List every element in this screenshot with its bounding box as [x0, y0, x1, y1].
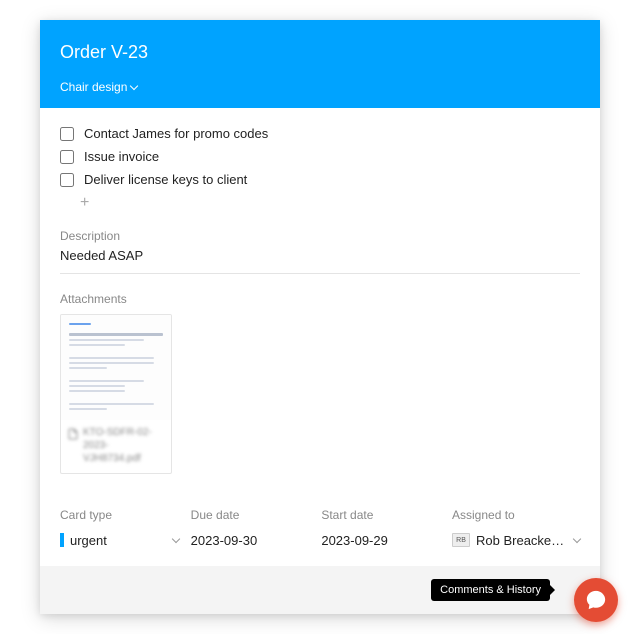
description-field[interactable]: Needed ASAP: [60, 248, 580, 274]
comments-history-button[interactable]: [574, 578, 618, 622]
card-type-value: urgent: [70, 533, 107, 548]
board-name: Chair design: [60, 80, 127, 94]
checklist-item[interactable]: Contact James for promo codes: [60, 122, 580, 145]
field-label: Card type: [60, 508, 179, 522]
checkbox[interactable]: [60, 173, 74, 187]
card-header: Order V-23 Chair design: [40, 20, 600, 108]
checklist-label: Contact James for promo codes: [84, 126, 268, 141]
attachment-filename: KTO-SDFR-02-2023-VJH8734.pdf: [83, 426, 165, 465]
card-type-swatch: [60, 533, 64, 547]
checklist-item[interactable]: Deliver license keys to client: [60, 168, 580, 191]
comments-tooltip: Comments & History: [431, 579, 550, 601]
checklist-label: Deliver license keys to client: [84, 172, 247, 187]
comment-icon: [585, 589, 607, 611]
field-label: Start date: [321, 508, 440, 522]
due-date-field[interactable]: Due date 2023-09-30: [191, 508, 310, 550]
attachments-label: Attachments: [60, 292, 580, 306]
field-label: Assigned to: [452, 508, 580, 522]
field-label: Due date: [191, 508, 310, 522]
due-date-value: 2023-09-30: [191, 533, 258, 548]
checklist: Contact James for promo codes Issue invo…: [60, 122, 580, 211]
chevron-down-icon: [573, 535, 581, 543]
attachment-filename-row: KTO-SDFR-02-2023-VJH8734.pdf: [61, 420, 171, 473]
avatar: RB: [452, 533, 470, 547]
checklist-label: Issue invoice: [84, 149, 159, 164]
add-checklist-item[interactable]: +: [60, 191, 580, 211]
assigned-to-field[interactable]: Assigned to RB Rob Breacken…: [452, 508, 580, 550]
checkbox[interactable]: [60, 150, 74, 164]
file-icon: [67, 427, 79, 441]
assigned-to-value: Rob Breacken…: [476, 533, 568, 548]
card-type-field[interactable]: Card type urgent: [60, 508, 179, 550]
order-card: Order V-23 Chair design Contact James fo…: [40, 20, 600, 614]
board-dropdown[interactable]: Chair design: [60, 80, 137, 94]
start-date-value: 2023-09-29: [321, 533, 388, 548]
meta-fields: Card type urgent Due date 2023-09-30 Sta…: [60, 508, 580, 550]
checkbox[interactable]: [60, 127, 74, 141]
description-label: Description: [60, 229, 580, 243]
start-date-field[interactable]: Start date 2023-09-29: [321, 508, 440, 550]
chevron-down-icon: [130, 82, 138, 90]
attachment-item[interactable]: KTO-SDFR-02-2023-VJH8734.pdf: [60, 314, 172, 474]
attachments-area: KTO-SDFR-02-2023-VJH8734.pdf: [60, 314, 580, 474]
card-title: Order V-23: [60, 42, 580, 63]
chevron-down-icon: [171, 535, 179, 543]
attachment-thumbnail: [61, 315, 171, 420]
card-body: Contact James for promo codes Issue invo…: [40, 108, 600, 566]
checklist-item[interactable]: Issue invoice: [60, 145, 580, 168]
card-footer: Comments & History: [40, 566, 600, 614]
